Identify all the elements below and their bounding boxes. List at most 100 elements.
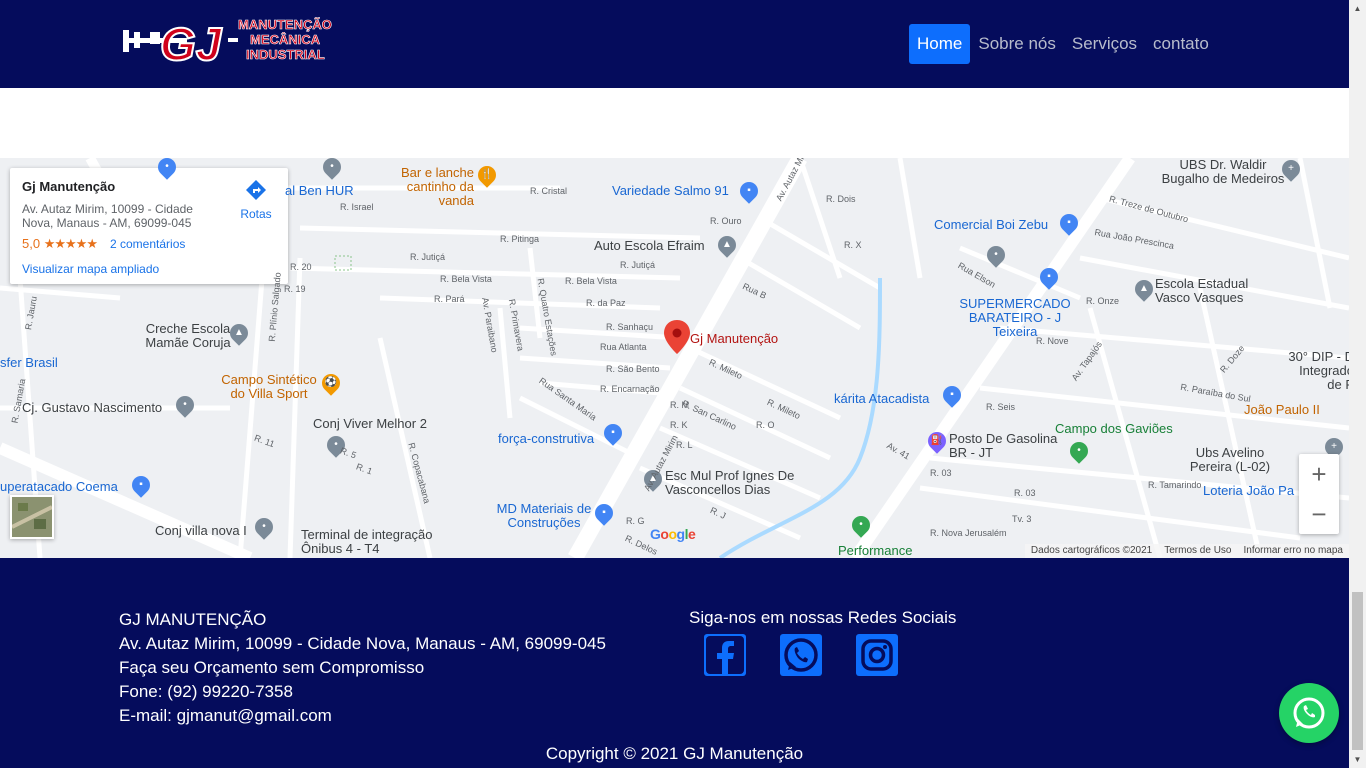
- place-coema[interactable]: uperatacado Coema: [0, 480, 118, 494]
- sports-pin-icon[interactable]: ⚽: [318, 370, 344, 396]
- street-label: R. Pitinga: [500, 234, 540, 244]
- street-label: R. 19: [284, 284, 306, 294]
- place-ubs-waldir[interactable]: UBS Dr. Waldir Bugalho de Medeiros: [1158, 158, 1288, 186]
- satellite-thumbnail-icon: [11, 497, 53, 537]
- place-creche[interactable]: Creche Escola Mamãe Coruja: [138, 322, 238, 350]
- gas-station-pin-icon[interactable]: ⛽: [924, 428, 950, 454]
- nav-servicos[interactable]: Serviços: [1064, 24, 1145, 64]
- contact-info: GJ MANUTENÇÃO Av. Autaz Mirim, 10099 - C…: [119, 608, 606, 728]
- place-auto-escola[interactable]: Auto Escola Efraim: [594, 239, 705, 253]
- place-pin-icon[interactable]: •: [172, 392, 198, 418]
- page-scrollbar[interactable]: ▲ ▼: [1349, 0, 1366, 768]
- street-label: R. M: [670, 400, 689, 410]
- place-terminal[interactable]: Terminal de integração Ônibus 4 - T4: [301, 528, 451, 556]
- logo-gj: GJ: [160, 18, 223, 68]
- footer-phone: Fone: (92) 99220-7358: [119, 682, 293, 701]
- place-sfer-brasil[interactable]: sfer Brasil: [0, 356, 58, 370]
- company-logo[interactable]: GJ MANUTENÇÃO MECÂNICA INDUSTRIAL: [120, 12, 340, 68]
- nav-home[interactable]: Home: [909, 24, 971, 64]
- shop-pin-icon[interactable]: ▪: [939, 382, 965, 408]
- street-label: R. Encarnação: [600, 384, 660, 394]
- nav-contato[interactable]: contato: [1145, 24, 1217, 64]
- nav-sobre-nos[interactable]: Sobre nós: [970, 24, 1064, 64]
- school-pin-icon[interactable]: ▲: [714, 232, 740, 258]
- street-label: R. Onze: [1086, 296, 1120, 306]
- place-md-materiais[interactable]: MD Materiais de Construções: [494, 502, 594, 530]
- street-label: R. Israel: [340, 202, 374, 212]
- shop-pin-icon[interactable]: ▪: [600, 420, 626, 446]
- place-loteria[interactable]: Loteria João Pa: [1203, 484, 1294, 498]
- place-forca-construtiva[interactable]: força-construtiva: [498, 432, 594, 446]
- zoom-in-button[interactable]: +: [1299, 454, 1339, 494]
- place-escola-vasco[interactable]: Escola Estadual Vasco Vasques: [1155, 277, 1275, 305]
- place-campo-sintetico[interactable]: Campo Sintético do Villa Sport: [214, 373, 324, 401]
- school-pin-icon[interactable]: ▲: [1131, 276, 1157, 302]
- place-karita[interactable]: kárita Atacadista: [834, 392, 929, 406]
- terms-link[interactable]: Termos de Uso: [1164, 544, 1231, 558]
- street-label: R. G: [626, 516, 645, 526]
- view-larger-map-link[interactable]: Visualizar mapa ampliado: [22, 262, 159, 276]
- place-esc-ignes[interactable]: Esc Mul Prof Ignes De Vasconcellos Dias: [665, 469, 805, 497]
- place-gustavo-nascimento[interactable]: Cj. Gustavo Nascimento: [22, 401, 162, 415]
- shop-pin-icon[interactable]: ▪: [1036, 264, 1062, 290]
- place-30-dip[interactable]: 30° DIP - D Integrado de P: [1284, 350, 1349, 392]
- shop-pin-icon[interactable]: ▪: [591, 500, 617, 526]
- place-performance[interactable]: Performance: [838, 544, 912, 558]
- street-label: R. K: [670, 420, 688, 430]
- street-label: R. 20: [290, 262, 312, 272]
- place-ben-hur[interactable]: al Ben HUR: [285, 184, 354, 198]
- street-label: R. São Bento: [606, 364, 660, 374]
- scroll-down-arrow-icon[interactable]: ▼: [1349, 751, 1366, 768]
- place-barateiro[interactable]: SUPERMERCADO BARATEIRO - J Teixeira: [950, 297, 1080, 339]
- map-data-credit: Dados cartográficos ©2021: [1030, 545, 1153, 556]
- street-label: R. Tamarindo: [1148, 480, 1202, 490]
- report-error-link[interactable]: Informar erro no mapa: [1244, 544, 1344, 558]
- rating-value: 5,0: [22, 236, 41, 251]
- scroll-thumb[interactable]: [1352, 592, 1363, 750]
- street-label: R. Pará: [434, 294, 465, 304]
- shop-pin-icon[interactable]: ▪: [128, 472, 154, 498]
- street-label: Rua Atlanta: [600, 342, 647, 352]
- school-pin-icon[interactable]: ▲: [226, 320, 252, 346]
- street-label: R. Jutiçá: [410, 252, 446, 262]
- google-logo: Google: [650, 526, 696, 542]
- whatsapp-float-button[interactable]: [1279, 683, 1339, 743]
- place-variedade[interactable]: Variedade Salmo 91: [612, 184, 729, 198]
- shop-pin-icon[interactable]: ▪: [736, 178, 762, 204]
- street-label: R. Cristal: [530, 186, 568, 196]
- zoom-out-button[interactable]: −: [1299, 494, 1339, 534]
- reviews-link[interactable]: 2 comentários: [110, 237, 185, 251]
- place-pin-icon[interactable]: •: [983, 242, 1009, 268]
- rating-stars: ★★★★★: [43, 236, 98, 251]
- whatsapp-link[interactable]: [780, 634, 822, 676]
- place-boi-zebu[interactable]: Comercial Boi Zebu: [934, 218, 1048, 232]
- place-posto-br[interactable]: Posto De Gasolina BR - JT: [949, 432, 1059, 460]
- logo-tagline-1: MANUTENÇÃO: [238, 17, 332, 32]
- directions-button[interactable]: Rotas: [238, 178, 274, 221]
- fitness-pin-icon[interactable]: •: [848, 512, 874, 538]
- street-label: R. Seis: [986, 402, 1016, 412]
- street-label: R. Bela Vista: [565, 276, 617, 286]
- street-label: R. Ouro: [710, 216, 742, 226]
- place-joao-paulo[interactable]: João Paulo II: [1244, 403, 1320, 417]
- street-label: R. Bela Vista: [440, 274, 492, 284]
- whatsapp-icon: [1293, 697, 1325, 729]
- place-pin-icon[interactable]: •: [251, 514, 277, 540]
- street-label: R. O: [756, 420, 775, 430]
- facebook-link[interactable]: [704, 634, 746, 676]
- place-ubs-avelino[interactable]: Ubs Avelino Pereira (L-02): [1185, 446, 1275, 474]
- satellite-toggle[interactable]: [10, 495, 54, 539]
- instagram-link[interactable]: [856, 634, 898, 676]
- place-bar-lanche[interactable]: Bar e lanche cantinho da vanda: [398, 166, 474, 208]
- scroll-up-arrow-icon[interactable]: ▲: [1349, 0, 1366, 17]
- location-marker-icon[interactable]: [664, 320, 690, 354]
- place-campo-gavioes[interactable]: Campo dos Gaviões: [1055, 422, 1173, 436]
- place-viver-melhor[interactable]: Conj Viver Melhor 2: [313, 417, 427, 431]
- marker-label[interactable]: Gj Manutenção: [690, 332, 778, 346]
- shop-pin-icon[interactable]: ▪: [1056, 210, 1082, 236]
- embedded-map[interactable]: Gj Manutenção Av. Autaz Mirim, 10099 - C…: [0, 158, 1349, 558]
- park-pin-icon[interactable]: •: [1066, 438, 1092, 464]
- place-villa-nova[interactable]: Conj villa nova I: [155, 524, 247, 538]
- restaurant-pin-icon[interactable]: 🍴: [474, 162, 500, 188]
- street-label: R. Sanhaçu: [606, 322, 654, 332]
